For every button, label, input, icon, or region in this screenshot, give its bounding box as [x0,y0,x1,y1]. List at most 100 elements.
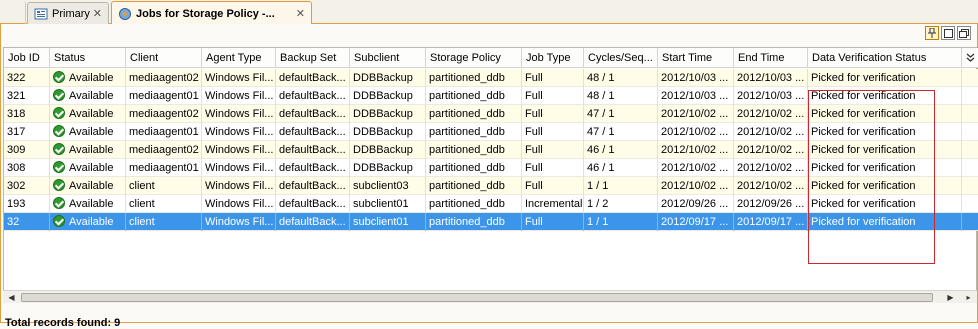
cell-end-time: 2012/09/26 ... [734,195,808,213]
cell-cycles-seq: 46 / 1 [584,159,658,177]
column-header-start-time[interactable]: Start Time [658,48,734,68]
column-header-client[interactable]: Client [126,48,202,68]
cell-client: mediaagent02 [126,105,202,123]
cell-job-id: 193 [4,195,50,213]
maximize-icon[interactable] [957,26,971,40]
cell-agent-type: Windows Fil... [202,123,276,141]
column-header-backup-set[interactable]: Backup Set [276,48,350,68]
status-text: Available [69,72,114,84]
cell-end-time: 2012/09/17 ... [734,213,808,231]
cell-backup-set: defaultBack... [276,213,350,231]
cell-data-verification-status: Picked for verification [808,195,962,213]
available-check-icon [53,143,65,155]
table-row[interactable]: 318 Available mediaagent02 Windows Fil... de… [4,105,978,123]
table-row[interactable]: 317 Available mediaagent01 Windows Fil... de… [4,123,978,141]
cell-job-type: Incremental [522,195,584,213]
cell-subclient: subclient03 [350,177,426,195]
cell-status: Available [50,159,126,177]
close-icon[interactable]: ✕ [93,7,102,20]
cell-storage-policy: partitioned_ddb [426,123,522,141]
cell-end-time: 2012/10/02 ... [734,141,808,159]
horizontal-scrollbar[interactable]: ◀ ▶ ▸ [3,290,977,303]
scroll-end-icon[interactable]: ▸ [962,291,975,304]
cell-job-id: 317 [4,123,50,141]
tab-bar-spacer [0,2,26,24]
cell-client: client [126,195,202,213]
cell-job-type: Full [522,69,584,87]
cell-cycles-seq: 46 / 1 [584,141,658,159]
cell-end-time: 2012/10/02 ... [734,123,808,141]
cell-agent-type: Windows Fil... [202,87,276,105]
cell-start-time: 2012/09/26 ... [658,195,734,213]
cell-client: mediaagent01 [126,159,202,177]
cell-cycles-seq: 47 / 1 [584,105,658,123]
cell-job-id: 308 [4,159,50,177]
column-header-subclient[interactable]: Subclient [350,48,426,68]
cell-backup-set: defaultBack... [276,105,350,123]
cell-cycles-seq: 1 / 1 [584,213,658,231]
column-header-job-type[interactable]: Job Type [522,48,584,68]
cell-storage-policy: partitioned_ddb [426,87,522,105]
column-header-data-verification-status[interactable]: Data Verification Status [808,48,962,68]
scroll-left-icon[interactable]: ◀ [5,291,18,304]
cell-job-id: 32 [4,213,50,231]
cell-data-verification-status: Picked for verification [808,123,962,141]
cell-backup-set: defaultBack... [276,87,350,105]
cell-job-type: Full [522,123,584,141]
column-header-status[interactable]: Status [50,48,126,68]
scroll-right-icon[interactable]: ▶ [944,291,957,304]
cell-job-id: 309 [4,141,50,159]
close-icon[interactable]: ✕ [296,7,305,20]
restore-icon[interactable] [941,26,955,40]
pin-icon[interactable] [925,26,939,40]
cell-start-time: 2012/10/02 ... [658,177,734,195]
cell-cycles-seq: 47 / 1 [584,123,658,141]
table-row[interactable]: 309 Available mediaagent02 Windows Fil... de… [4,141,978,159]
status-text: Available [69,126,114,138]
tab-jobs-label: Jobs for Storage Policy -... [136,7,275,20]
cell-start-time: 2012/10/03 ... [658,69,734,87]
cell-job-type: Full [522,141,584,159]
column-header-cycles-seq[interactable]: Cycles/Seq... [584,48,658,68]
cell-backup-set: defaultBack... [276,123,350,141]
cell-client: client [126,213,202,231]
table-row[interactable]: 322 Available mediaagent02 Windows Fil... de… [4,69,978,87]
table-row[interactable]: 302 Available client Windows Fil... defaultB… [4,177,978,195]
cell-agent-type: Windows Fil... [202,213,276,231]
table-row[interactable]: 308 Available mediaagent01 Windows Fil... de… [4,159,978,177]
available-check-icon [53,71,65,83]
cell-subclient: DDBBackup [350,105,426,123]
cell-agent-type: Windows Fil... [202,195,276,213]
cell-data-verification-status: Picked for verification [808,141,962,159]
column-header-storage-policy[interactable]: Storage Policy [426,48,522,68]
total-records-label: Total records found: 9 [5,317,121,329]
cell-subclient: DDBBackup [350,159,426,177]
table-row[interactable]: 193 Available client Windows Fil... defaultB… [4,195,978,213]
column-header-job-id[interactable]: Job ID [4,48,50,68]
column-header-agent-type[interactable]: Agent Type [202,48,276,68]
available-check-icon [53,89,65,101]
tab-jobs-for-storage-policy[interactable]: Jobs for Storage Policy -... ✕ [111,1,312,25]
cell-backup-set: defaultBack... [276,141,350,159]
column-header-end-time[interactable]: End Time [734,48,808,68]
table-row[interactable]: 321 Available mediaagent01 Windows Fil... de… [4,87,978,105]
cell-job-id: 318 [4,105,50,123]
cell-subclient: subclient01 [350,213,426,231]
scrollbar-thumb[interactable] [21,293,933,302]
cell-data-verification-status: Picked for verification [808,105,962,123]
tab-primary[interactable]: Primary ✕ [27,2,109,24]
cell-subclient: DDBBackup [350,87,426,105]
cell-end-time: 2012/10/02 ... [734,159,808,177]
table-row[interactable]: 32 Available client Windows Fil... defaultBa… [4,213,978,231]
cell-job-id: 302 [4,177,50,195]
available-check-icon [53,197,65,209]
cell-cycles-seq: 48 / 1 [584,69,658,87]
primary-icon [34,7,48,21]
status-text: Available [69,198,114,210]
status-text: Available [69,90,114,102]
cell-end-time: 2012/10/03 ... [734,69,808,87]
cell-storage-policy: partitioned_ddb [426,159,522,177]
cell-start-time: 2012/10/02 ... [658,105,734,123]
cell-data-verification-status: Picked for verification [808,69,962,87]
column-chooser-icon[interactable] [963,48,978,68]
